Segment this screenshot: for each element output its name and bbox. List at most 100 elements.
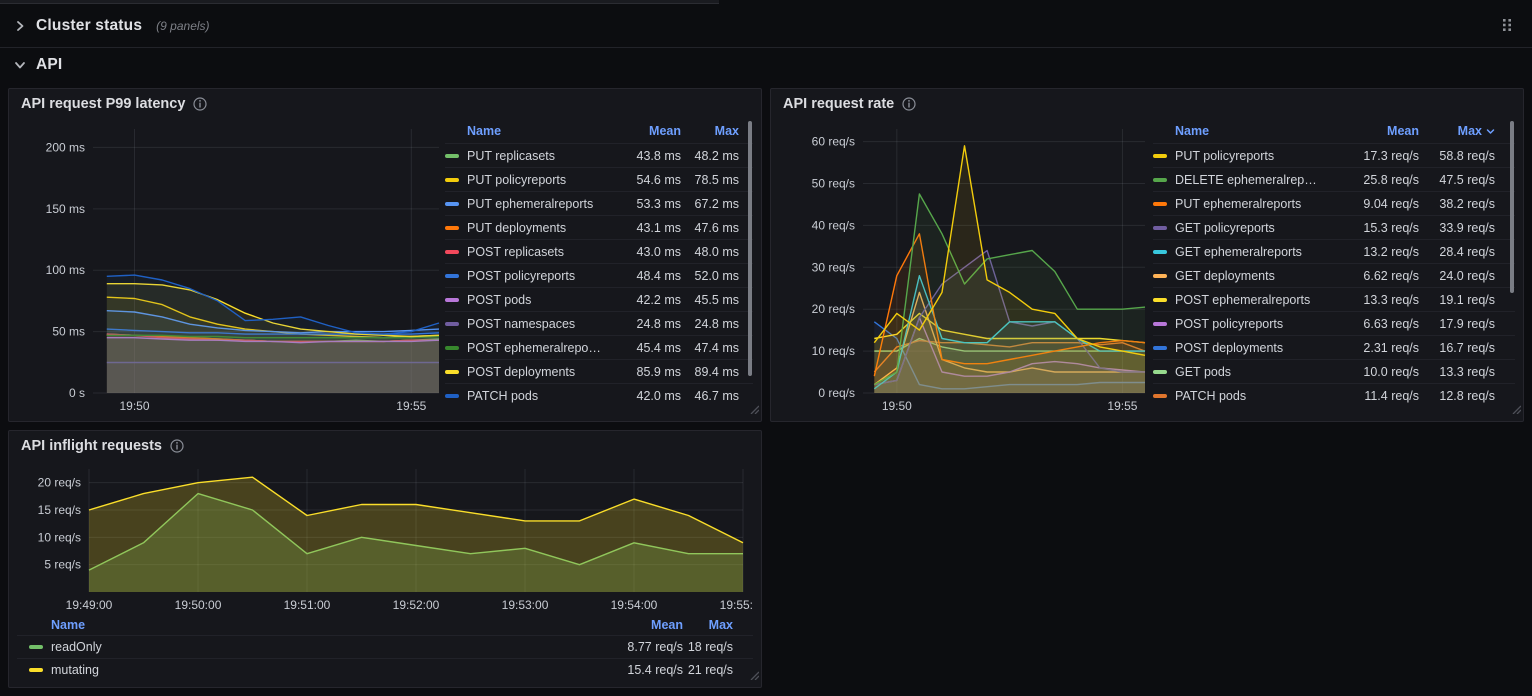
legend-row[interactable]: mutating15.4 req/s21 req/s	[17, 658, 753, 681]
series-color-swatch[interactable]	[29, 645, 43, 649]
series-color-swatch[interactable]	[445, 202, 459, 206]
panel-resize-handle[interactable]	[749, 401, 759, 419]
series-color-swatch[interactable]	[445, 322, 459, 326]
panel-resize-handle[interactable]	[749, 667, 759, 685]
legend-series-name[interactable]: PATCH pods	[467, 389, 601, 403]
panel-title[interactable]: API inflight requests	[21, 438, 162, 454]
series-color-swatch[interactable]	[1153, 226, 1167, 230]
series-color-swatch[interactable]	[445, 250, 459, 254]
legend-col-name[interactable]: Name	[467, 124, 601, 138]
legend-series-name[interactable]: DELETE ephemeralreports	[1175, 173, 1323, 187]
legend-row[interactable]: POST replicasets43.0 ms48.0 ms	[445, 239, 753, 263]
legend-scrollbar[interactable]	[1510, 121, 1514, 293]
legend-series-name[interactable]: PUT ephemeralreports	[1175, 197, 1323, 211]
legend-series-name[interactable]: PUT policyreports	[1175, 149, 1323, 163]
row-cluster-status[interactable]: Cluster status (9 panels)	[14, 17, 210, 35]
legend-row[interactable]: POST policyreports6.63 req/s17.9 req/s	[1153, 311, 1515, 335]
legend-series-name[interactable]: PUT replicasets	[467, 149, 601, 163]
legend-col-max[interactable]: Max	[683, 618, 753, 632]
legend-col-name[interactable]: Name	[51, 618, 591, 632]
info-icon[interactable]	[902, 97, 916, 111]
row-title[interactable]: API	[36, 56, 62, 74]
legend-row[interactable]: POST deployments2.31 req/s16.7 req/s	[1153, 335, 1515, 359]
series-color-swatch[interactable]	[1153, 202, 1167, 206]
series-color-swatch[interactable]	[445, 298, 459, 302]
series-color-swatch[interactable]	[1153, 298, 1167, 302]
legend-series-name[interactable]: GET ephemeralreports	[1175, 245, 1323, 259]
panel-title[interactable]: API request rate	[783, 96, 894, 112]
inflight-chart[interactable]: 5 req/s10 req/s15 req/s20 req/s19:49:001…	[17, 461, 753, 614]
legend-row[interactable]: readOnly8.77 req/s18 req/s	[17, 635, 753, 658]
legend-series-name[interactable]: mutating	[51, 663, 591, 677]
legend-series-name[interactable]: POST replicasets	[467, 245, 601, 259]
series-color-swatch[interactable]	[445, 178, 459, 182]
series-color-swatch[interactable]	[1153, 178, 1167, 182]
legend-series-name[interactable]: POST policyreports	[1175, 317, 1323, 331]
series-color-swatch[interactable]	[445, 394, 459, 398]
series-color-swatch[interactable]	[445, 370, 459, 374]
legend-row[interactable]: PATCH pods11.4 req/s12.8 req/s	[1153, 383, 1515, 407]
series-color-swatch[interactable]	[1153, 154, 1167, 158]
legend-row[interactable]: POST ephemeralreports45.4 ms47.4 ms	[445, 335, 753, 359]
legend-series-name[interactable]: GET pods	[1175, 365, 1323, 379]
panel-resize-handle[interactable]	[1511, 401, 1521, 419]
panel-header[interactable]: API request P99 latency	[9, 89, 761, 119]
series-color-swatch[interactable]	[1153, 370, 1167, 374]
series-color-swatch[interactable]	[445, 226, 459, 230]
series-color-swatch[interactable]	[445, 274, 459, 278]
legend-series-name[interactable]: POST deployments	[1175, 341, 1323, 355]
series-color-swatch[interactable]	[1153, 346, 1167, 350]
legend-series-name[interactable]: POST pods	[467, 293, 601, 307]
legend-series-name[interactable]: POST ephemeralreports	[467, 341, 601, 355]
panel-header[interactable]: API inflight requests	[9, 431, 761, 461]
legend-series-name[interactable]: GET policyreports	[1175, 221, 1323, 235]
legend-row[interactable]: GET ephemeralreports13.2 req/s28.4 req/s	[1153, 239, 1515, 263]
info-icon[interactable]	[170, 439, 184, 453]
series-color-swatch[interactable]	[445, 346, 459, 350]
legend-series-name[interactable]: PATCH pods	[1175, 389, 1323, 403]
panel-header[interactable]: API request rate	[771, 89, 1523, 119]
latency-chart[interactable]: 0 s50 ms100 ms150 ms200 ms19:5019:55	[17, 119, 445, 415]
legend-row[interactable]: GET policyreports15.3 req/s33.9 req/s	[1153, 215, 1515, 239]
legend-row[interactable]: POST pods42.2 ms45.5 ms	[445, 287, 753, 311]
legend-row[interactable]: PUT deployments43.1 ms47.6 ms	[445, 215, 753, 239]
legend-series-name[interactable]: POST ephemeralreports	[1175, 293, 1323, 307]
legend-col-max[interactable]: Max	[681, 124, 753, 138]
series-color-swatch[interactable]	[445, 154, 459, 158]
rate-chart[interactable]: 0 req/s10 req/s20 req/s30 req/s40 req/s5…	[779, 119, 1153, 415]
legend-series-name[interactable]: PUT policyreports	[467, 173, 601, 187]
legend-scrollbar[interactable]	[748, 121, 752, 376]
row-drag-handle-icon[interactable]	[1500, 17, 1514, 38]
series-color-swatch[interactable]	[1153, 394, 1167, 398]
legend-row[interactable]: POST policyreports48.4 ms52.0 ms	[445, 263, 753, 287]
legend-row[interactable]: GET pods10.0 req/s13.3 req/s	[1153, 359, 1515, 383]
legend-row[interactable]: PUT policyreports54.6 ms78.5 ms	[445, 167, 753, 191]
legend-series-name[interactable]: readOnly	[51, 640, 591, 654]
legend-col-mean[interactable]: Mean	[1323, 124, 1419, 138]
legend-col-max[interactable]: Max	[1419, 124, 1515, 138]
legend-series-name[interactable]: GET deployments	[1175, 269, 1323, 283]
panel-title[interactable]: API request P99 latency	[21, 96, 185, 112]
legend-row[interactable]: POST ephemeralreports13.3 req/s19.1 req/…	[1153, 287, 1515, 311]
legend-row[interactable]: GET deployments6.62 req/s24.0 req/s	[1153, 263, 1515, 287]
row-api[interactable]: API	[14, 56, 62, 74]
legend-col-mean[interactable]: Mean	[591, 618, 683, 632]
info-icon[interactable]	[193, 97, 207, 111]
series-color-swatch[interactable]	[1153, 274, 1167, 278]
legend-row[interactable]: PUT ephemeralreports53.3 ms67.2 ms	[445, 191, 753, 215]
row-title[interactable]: Cluster status	[36, 17, 142, 35]
legend-col-mean[interactable]: Mean	[601, 124, 681, 138]
legend-series-name[interactable]: PUT deployments	[467, 221, 601, 235]
legend-series-name[interactable]: POST policyreports	[467, 269, 601, 283]
legend-row[interactable]: POST namespaces24.8 ms24.8 ms	[445, 311, 753, 335]
legend-row[interactable]: DELETE ephemeralreports25.8 req/s47.5 re…	[1153, 167, 1515, 191]
legend-series-name[interactable]: POST namespaces	[467, 317, 601, 331]
series-color-swatch[interactable]	[29, 668, 43, 672]
legend-row[interactable]: POST deployments85.9 ms89.4 ms	[445, 359, 753, 383]
legend-col-name[interactable]: Name	[1175, 124, 1323, 138]
legend-series-name[interactable]: POST deployments	[467, 365, 601, 379]
legend-row[interactable]: PATCH pods42.0 ms46.7 ms	[445, 383, 753, 407]
legend-series-name[interactable]: PUT ephemeralreports	[467, 197, 601, 211]
legend-row[interactable]: PUT ephemeralreports9.04 req/s38.2 req/s	[1153, 191, 1515, 215]
series-color-swatch[interactable]	[1153, 322, 1167, 326]
